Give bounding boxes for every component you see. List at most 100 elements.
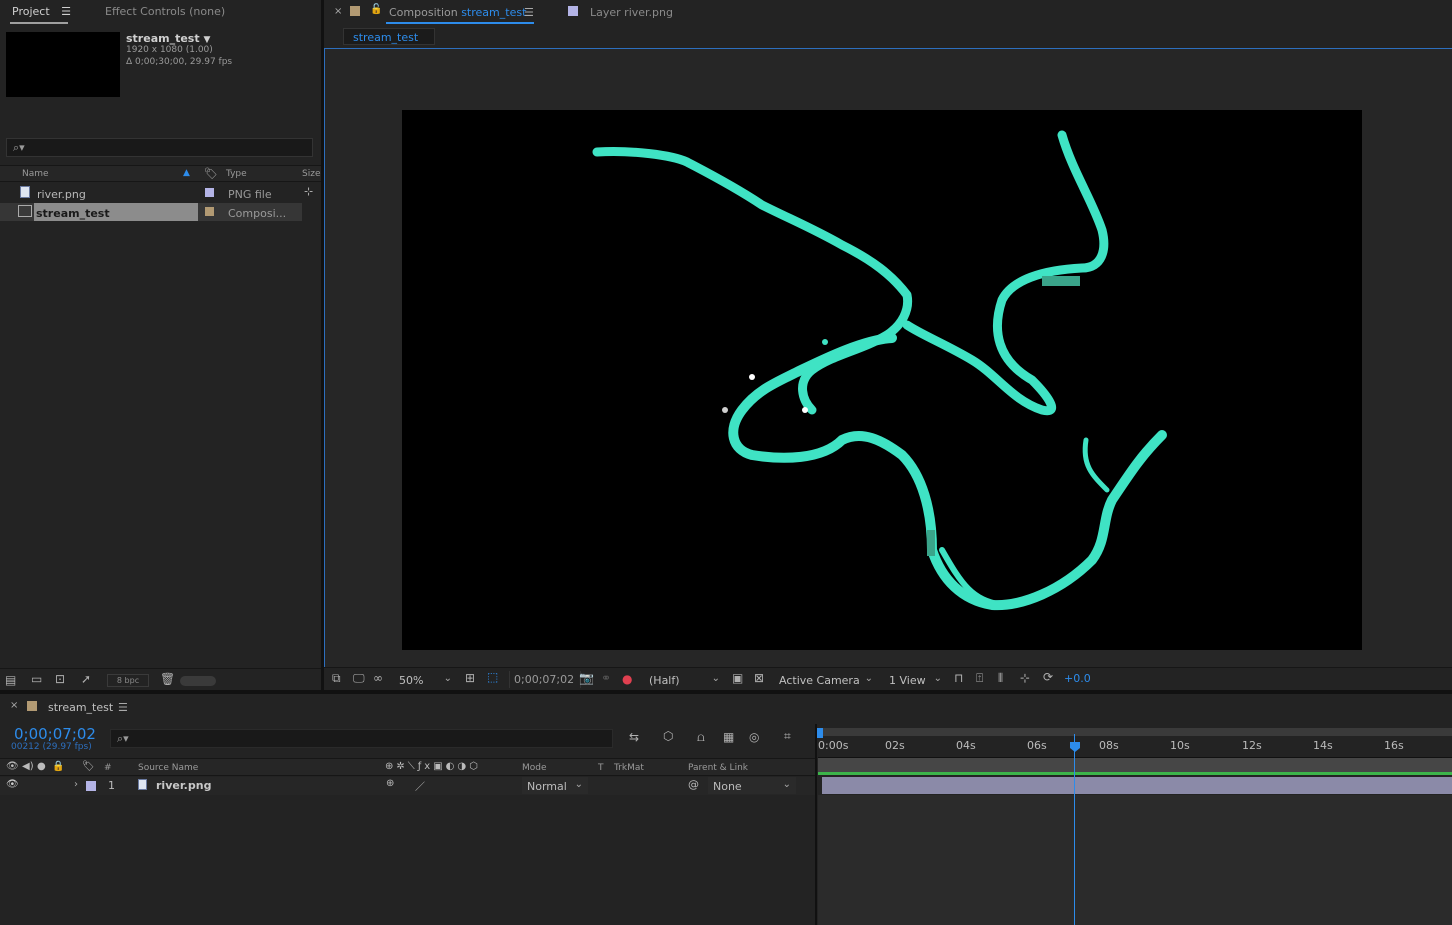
column-size[interactable]: Size [302,169,320,179]
mode-dropdown[interactable]: Normal ⌄ [522,777,588,794]
flowchart-icon[interactable]: ⊹ [1020,672,1030,684]
toggle-pixel-aspect-icon[interactable]: ⊓ [954,672,963,684]
zoom-dropdown[interactable]: 50% ⌄ [394,670,456,688]
reset-exposure-icon[interactable]: ⟳ [1043,671,1053,683]
comp-tab[interactable]: × 🔓 Composition stream_test ☰ [324,0,534,24]
vr-goggles-icon[interactable]: ∞ [373,672,383,684]
item-name: river.png [37,188,86,201]
quality-switch-icon[interactable]: ／ [415,778,425,793]
column-parent[interactable]: Parent & Link [688,763,748,773]
layer-color-swatch [568,6,578,16]
river-layer-image [592,130,1167,611]
trash-icon[interactable]: 🗑 [160,673,175,685]
timeline-split-divider[interactable] [815,724,817,925]
project-tab[interactable]: Project ☰ [12,5,71,18]
composition-panel: × 🔓 Composition stream_test ☰ Layer rive… [324,0,1452,690]
audio-icon[interactable]: ◀) [22,761,34,772]
chevron-down-icon: ⌄ [711,673,720,684]
lock-icon[interactable]: 🔒 [52,761,64,772]
lock-icon[interactable]: 🔓 [370,4,382,15]
graph-editor-icon[interactable]: ⌗ [784,730,791,742]
label-color-swatch[interactable] [205,207,214,216]
comp-info-name: stream_test ▼ [126,32,211,45]
always-preview-icon[interactable]: ⧉ [332,672,341,684]
column-type[interactable]: Type [226,169,247,179]
monitor-icon[interactable]: 🖵 [353,672,365,684]
timeline-tab-label: stream_test [48,701,114,714]
visibility-eye-icon[interactable]: 👁 [6,779,19,790]
comp-breadcrumb[interactable]: stream_test [343,28,435,45]
column-trkmat[interactable]: TrkMat [614,763,644,773]
transparency-grid-icon[interactable]: ⊠ [754,672,764,684]
chevron-down-icon: ⌄ [782,779,791,790]
fit-region-icon[interactable]: ⊞ [465,672,475,684]
interpret-footage-icon[interactable]: ▤ [5,674,16,686]
view-layout-value: 1 View [889,674,926,687]
layer-name[interactable]: river.png [156,779,211,792]
comp-viewer[interactable] [402,110,1362,650]
shy-layers-icon[interactable]: ⩍ [697,731,705,743]
label-tag-icon[interactable]: 🏷 [82,761,95,772]
label-color-swatch[interactable] [205,188,214,197]
close-icon[interactable]: × [334,6,342,17]
solo-icon[interactable]: ● [37,761,46,772]
effect-controls-tab[interactable]: Effect Controls (none) [105,5,225,18]
timeline-empty-area [818,795,1452,925]
parent-dropdown[interactable]: None ⌄ [708,777,796,794]
resolution-value: (Half) [649,674,680,687]
fast-previews-icon[interactable]: ⍐ [976,672,983,684]
region-of-interest-icon[interactable]: ▣ [732,672,743,684]
layer-label-swatch[interactable] [86,781,96,791]
panel-menu-icon[interactable]: ☰ [118,701,128,714]
column-mode[interactable]: Mode [522,763,547,773]
work-area-start-marker[interactable] [817,728,823,738]
project-item-row[interactable]: river.png PNG file ⊹ [0,184,313,202]
expand-arrow-icon[interactable]: › [74,779,78,790]
column-source-name[interactable]: Source Name [138,763,198,773]
resolution-dropdown[interactable]: (Half) ⌄ [644,670,724,688]
motion-blur-icon[interactable]: ◎ [749,731,759,743]
comp-toolbar: ⧉ 🖵 ∞ 50% ⌄ ⊞ ⬚ 0;00;07;02 📷 ⚭ ● (Half) … [324,667,1452,690]
camera-dropdown[interactable]: Active Camera ⌄ [774,670,877,688]
column-t: T [598,763,604,773]
mask-visibility-icon[interactable]: ⬚ [487,671,498,683]
work-area-bar[interactable] [818,758,1452,772]
show-snapshot-icon[interactable]: ⚭ [601,672,611,684]
eye-icon[interactable]: 👁 [6,761,19,772]
chevron-down-icon: ⌄ [864,673,873,684]
channel-rgb-icon[interactable]: ● [622,672,632,686]
panel-menu-icon[interactable]: ☰ [61,5,71,18]
time-ruler[interactable]: 0:00s 02s 04s 06s 08s 10s 12s 14s 16s [818,736,1452,758]
search-icon: ⌕▾ [117,732,129,745]
dropdown-triangle-icon[interactable]: ▼ [203,35,210,45]
panel-menu-icon[interactable]: ☰ [524,6,534,19]
current-time-display[interactable]: 0;00;07;02 [14,725,96,743]
view-layout-dropdown[interactable]: 1 View ⌄ [884,670,946,688]
close-icon[interactable]: × [10,700,18,711]
bpc-button[interactable]: 8 bpc [107,674,149,687]
render-queue-icon[interactable]: ➚ [81,673,91,685]
exposure-value[interactable]: +0.0 [1064,672,1091,685]
column-name[interactable]: Name [22,169,49,179]
new-folder-icon[interactable]: ▭ [31,673,42,685]
timeline-icon[interactable]: ⫴ [998,672,1003,684]
project-search-input[interactable]: ⌕▾ [6,138,313,157]
timeline-tab[interactable]: × stream_test ☰ [0,694,140,718]
draft-3d-icon[interactable]: ⬡ [663,730,673,742]
flowchart-icon[interactable]: ⊹ [304,185,313,198]
layer-search-input[interactable]: ⌕▾ [110,729,613,748]
camera-snapshot-icon[interactable]: 📷 [579,672,594,684]
new-composition-icon[interactable]: ⊡ [55,673,65,685]
current-time-field[interactable]: 0;00;07;02 [509,671,581,688]
item-name: stream_test [34,203,198,221]
composition-mini-flowchart-icon[interactable]: ⇆ [629,731,639,743]
parent-pickwhip-icon[interactable]: @ [688,778,699,791]
time-navigator-bar[interactable] [818,728,1452,736]
layer-duration-bar[interactable] [822,777,1452,794]
layer-row[interactable]: 👁 › 1 river.png ⊕ ／ Normal ⌄ @ None ⌄ [0,777,815,795]
project-item-row[interactable]: stream_test Composi... [0,203,302,221]
thumbnail-slider[interactable] [180,676,216,686]
shy-switch-icon[interactable]: ⊕ [386,778,394,789]
comp-duration: Δ 0;00;30;00, 29.97 fps [126,57,233,67]
frame-blending-icon[interactable]: ▦ [723,731,734,743]
